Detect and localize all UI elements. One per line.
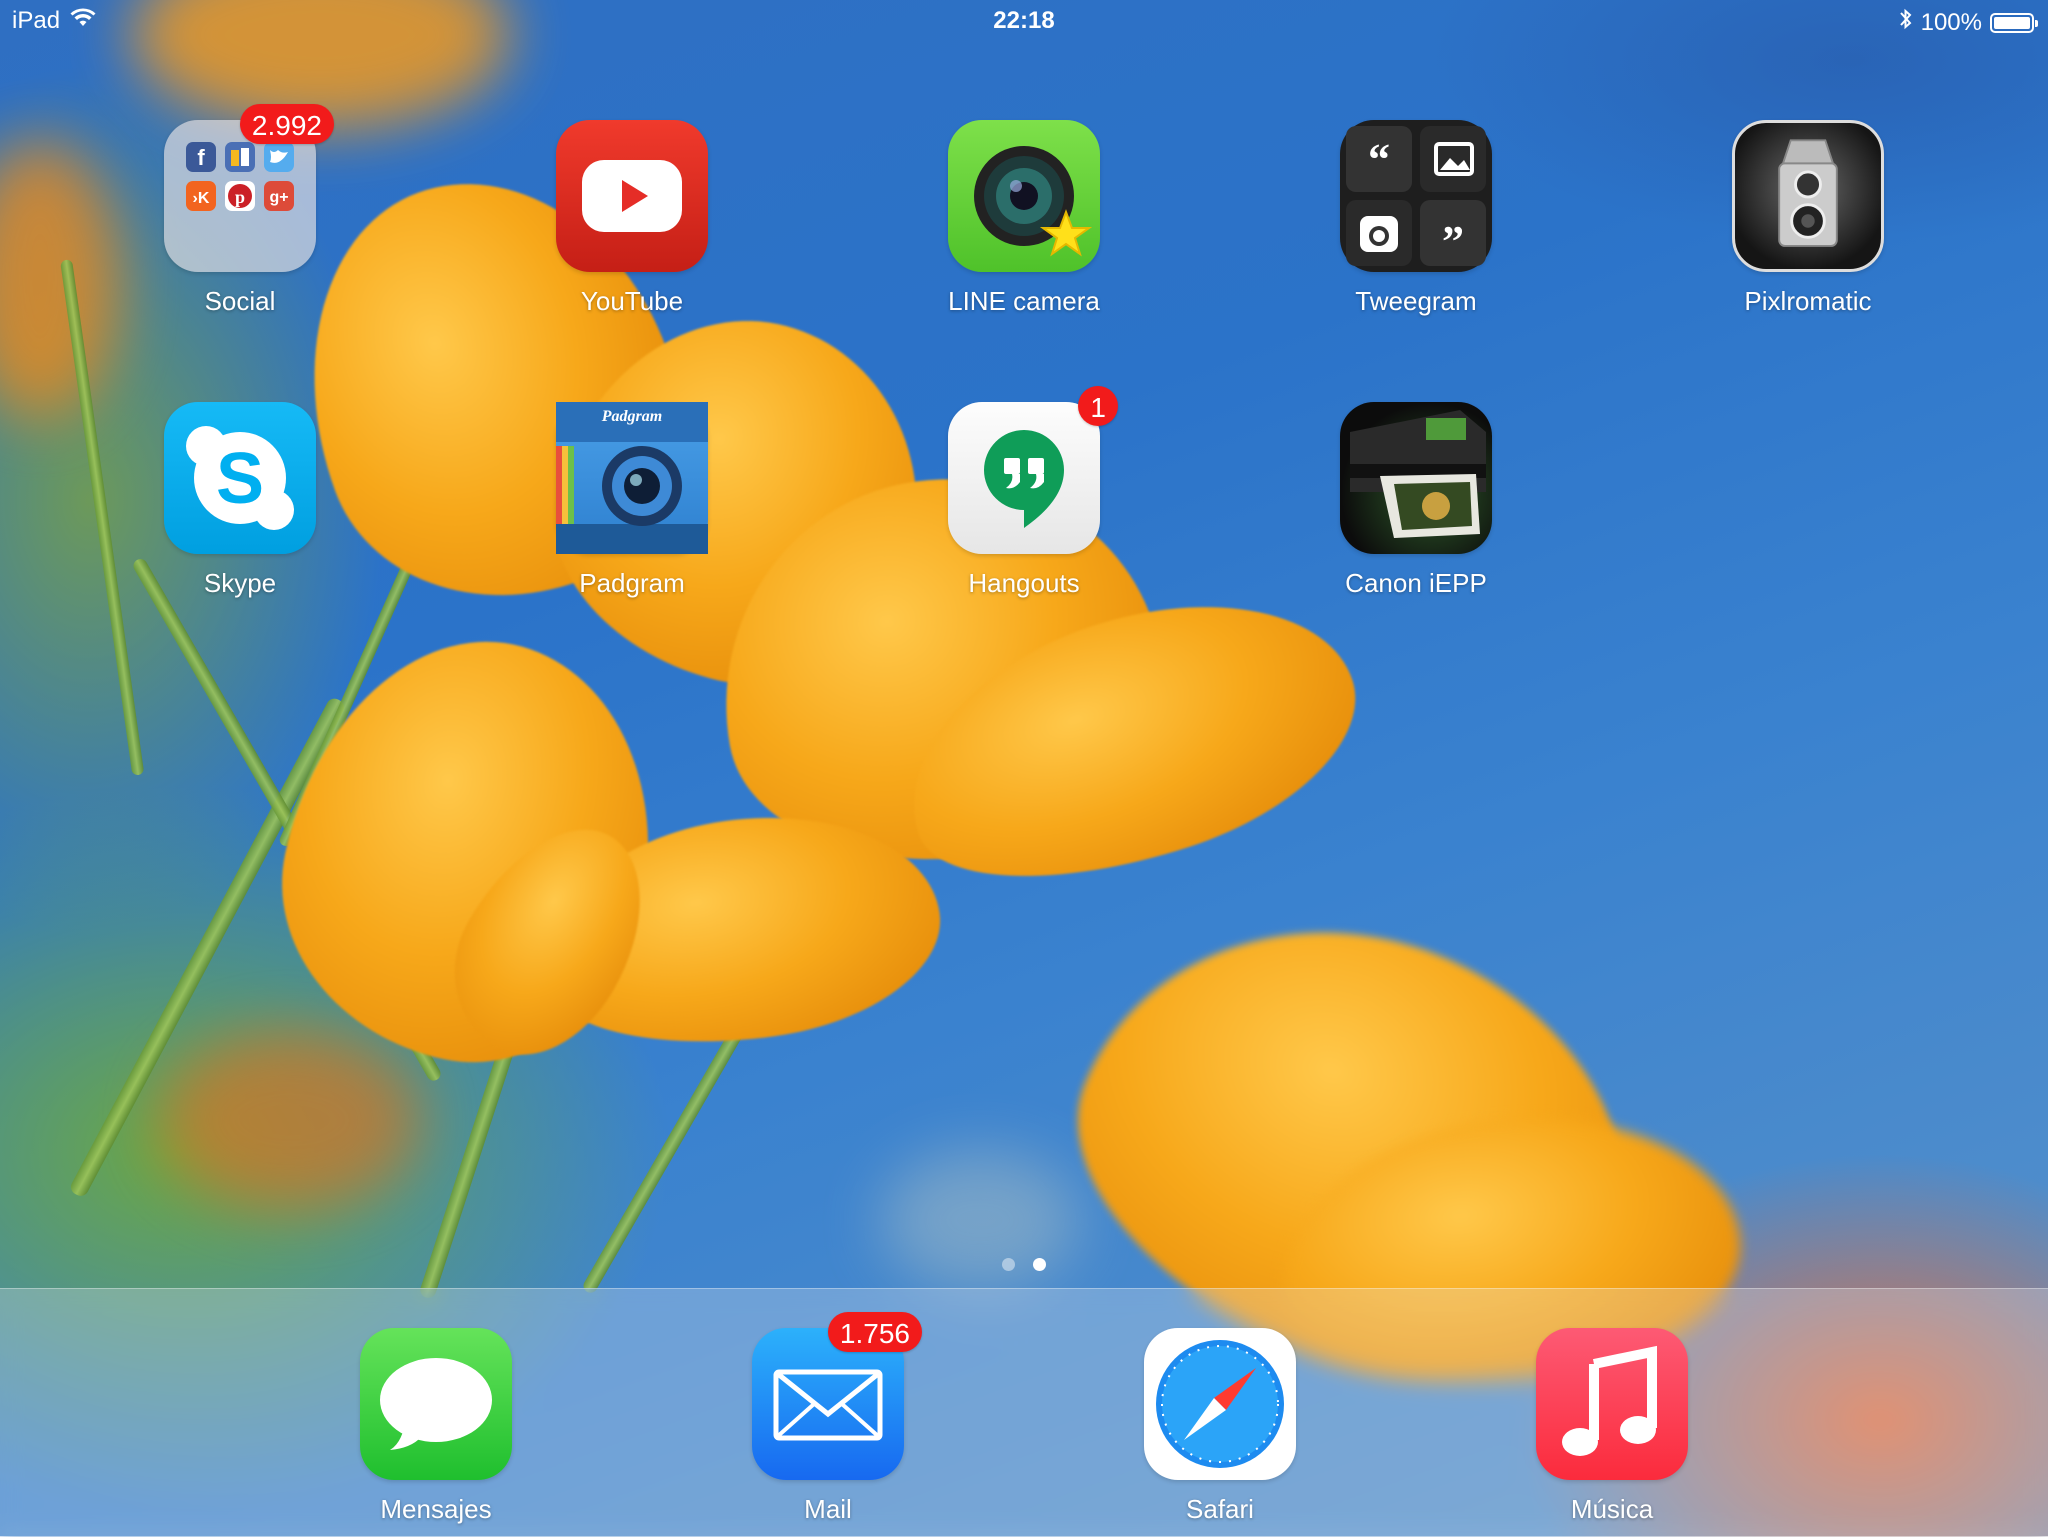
music-icon[interactable] <box>1536 1328 1688 1480</box>
safari-icon[interactable] <box>1144 1328 1296 1480</box>
messages-icon[interactable] <box>360 1328 512 1480</box>
dock-app-music[interactable]: Música <box>1462 1328 1762 1525</box>
app-canon-iepp[interactable]: Canon iEPP <box>1266 402 1566 599</box>
app-label: Música <box>1570 1494 1654 1524</box>
svg-text:”: ” <box>1442 217 1464 266</box>
app-label: Canon iEPP <box>1345 568 1487 598</box>
mail-icon[interactable]: 1.756 <box>752 1312 922 1480</box>
app-tweegram[interactable]: “ ” Tweegram <box>1266 120 1566 317</box>
dock-app-messages[interactable]: Mensajes <box>286 1328 586 1525</box>
svg-text:S: S <box>216 439 264 519</box>
app-label: Hangouts <box>968 568 1080 598</box>
folder-icon[interactable]: f ›K p g+ 2.992 <box>164 104 334 272</box>
notification-badge: 2.992 <box>239 104 334 144</box>
app-pixlromatic[interactable]: Pixlromatic <box>1658 120 1958 317</box>
app-label: Mensajes <box>380 1494 492 1524</box>
app-label: Social <box>204 286 276 316</box>
hangouts-icon[interactable]: 1 <box>948 386 1118 554</box>
bluetooth-icon <box>1899 7 1913 38</box>
svg-text:f: f <box>197 145 205 170</box>
notification-badge: 1.756 <box>827 1312 922 1352</box>
youtube-icon[interactable] <box>556 120 708 272</box>
app-label: Safari <box>1186 1494 1254 1524</box>
dock-app-mail[interactable]: 1.756 Mail <box>678 1312 978 1525</box>
canon-iepp-icon[interactable] <box>1340 402 1492 554</box>
battery-icon <box>1990 12 2038 33</box>
page-indicator[interactable] <box>0 1258 2048 1271</box>
pixlromatic-icon[interactable] <box>1732 120 1884 272</box>
svg-text:g+: g+ <box>269 189 288 206</box>
app-youtube[interactable]: YouTube <box>482 120 782 317</box>
app-label: Pixlromatic <box>1744 286 1872 316</box>
app-hangouts[interactable]: 1 Hangouts <box>874 386 1174 599</box>
app-label: Skype <box>203 568 277 598</box>
svg-text:p: p <box>235 187 245 207</box>
padgram-logo-text: Padgram <box>601 408 663 425</box>
page-dot[interactable] <box>1002 1258 1015 1271</box>
svg-text:“: “ <box>1368 135 1390 184</box>
svg-text:›K: ›K <box>193 190 210 207</box>
app-social-folder[interactable]: f ›K p g+ 2.992 Social <box>90 104 390 317</box>
app-label: LINE camera <box>948 286 1100 316</box>
battery-percent: 100% <box>1920 8 1982 36</box>
padgram-icon[interactable]: Padgram <box>556 402 708 554</box>
app-padgram[interactable]: Padgram Padgram <box>482 402 782 599</box>
tweegram-icon[interactable]: “ ” <box>1340 120 1492 272</box>
status-bar: iPad 22:18 100% <box>0 0 2048 40</box>
notification-badge: 1 <box>1078 386 1118 426</box>
app-label: Padgram <box>579 568 685 598</box>
page-dot-active[interactable] <box>1033 1258 1046 1271</box>
app-label: Tweegram <box>1355 286 1477 316</box>
line-camera-icon[interactable] <box>948 120 1100 272</box>
app-line-camera[interactable]: LINE camera <box>874 120 1174 317</box>
app-label: YouTube <box>580 286 684 316</box>
skype-icon[interactable]: S <box>164 402 316 554</box>
clock: 22:18 <box>993 7 1055 34</box>
app-label: Mail <box>804 1494 852 1524</box>
app-skype[interactable]: S Skype <box>90 402 390 599</box>
dock-app-safari[interactable]: Safari <box>1070 1328 1370 1525</box>
